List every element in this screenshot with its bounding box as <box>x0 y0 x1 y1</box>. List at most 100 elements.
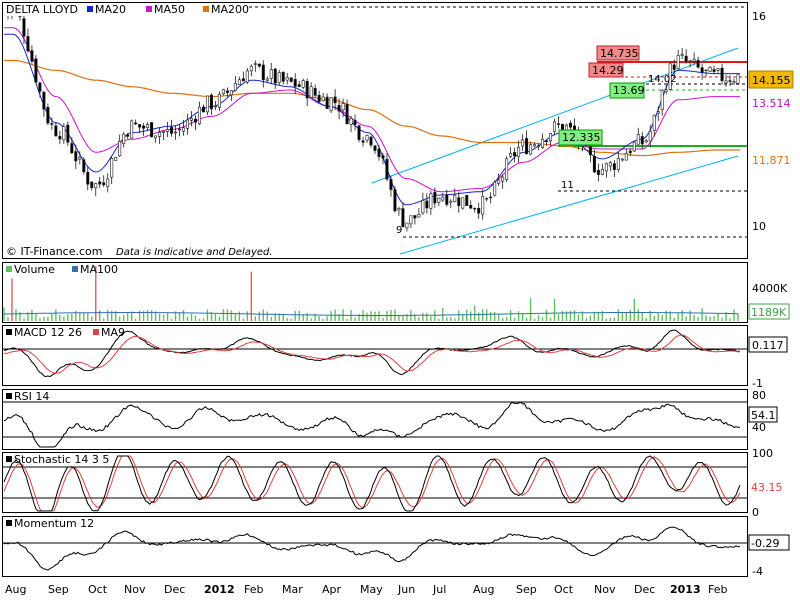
volume-bar <box>242 318 245 321</box>
volume-bar <box>557 314 560 321</box>
volume-bar <box>55 309 57 321</box>
price-axis-top-label: 16 <box>752 10 766 23</box>
volume-bar <box>537 315 540 321</box>
x-axis-label: Aug <box>5 583 26 596</box>
candle-body <box>225 90 229 93</box>
volume-bar <box>294 310 296 321</box>
price-legend: DELTA LLOYD MA20 MA50 MA200 <box>3 3 249 16</box>
candle-body <box>26 36 30 52</box>
volume-bar <box>458 310 460 321</box>
volume-bar <box>485 309 488 321</box>
candle-body <box>385 159 389 180</box>
candle-body <box>178 128 182 131</box>
volume-bar <box>478 312 480 321</box>
volume-bar <box>162 314 165 321</box>
candle-body <box>30 50 34 62</box>
candle-body <box>289 77 293 82</box>
volume-bar <box>11 278 13 321</box>
volume-bar <box>645 317 647 321</box>
volume-bar <box>270 316 272 321</box>
candle-body <box>469 205 473 209</box>
macd-signal-line <box>3 334 741 374</box>
candle-body <box>453 194 457 202</box>
legend-swatch-ma50 <box>146 6 152 12</box>
volume-bar <box>729 318 731 321</box>
candle-body <box>441 196 445 201</box>
momentum-axis-bottom: -4 <box>752 565 763 578</box>
price-badge-ma50: 13.514 <box>752 97 791 110</box>
volume-bar <box>178 312 181 321</box>
candle-body <box>652 114 656 131</box>
candle-body <box>680 54 684 56</box>
x-axis-label: May <box>360 583 383 596</box>
x-axis-label: Oct <box>554 583 574 596</box>
candle-body <box>608 162 612 167</box>
volume-bar <box>83 312 85 321</box>
volume-bar <box>190 313 193 321</box>
volume-bar <box>51 313 53 321</box>
volume-bar <box>597 311 600 321</box>
candle-body <box>297 84 301 87</box>
candle-body <box>122 133 126 144</box>
volume-bar <box>79 312 81 321</box>
candle-body <box>269 69 273 79</box>
candle-body <box>421 200 425 214</box>
volume-bar <box>685 316 687 321</box>
candle-body <box>433 191 437 204</box>
volume-bar <box>262 309 264 321</box>
candle-body <box>596 169 600 175</box>
volume-bar <box>246 311 249 321</box>
candle-body <box>130 120 134 139</box>
stock-chart: 14.735 14.29 14.02 13.69 12.335 11 9 DEL… <box>2 2 794 596</box>
volume-bar <box>613 317 616 321</box>
candle-body <box>58 136 62 140</box>
candle-body <box>186 119 190 129</box>
volume-bar <box>318 316 320 321</box>
candle-body <box>656 111 660 114</box>
candle-body <box>600 168 604 175</box>
x-axis-label: Jul <box>432 583 446 596</box>
candle-body <box>676 55 680 69</box>
stoch-axis-bottom: 0 <box>752 506 759 519</box>
volume-bar <box>545 309 548 321</box>
volume-bar <box>521 314 524 321</box>
candle-body <box>341 103 345 111</box>
volume-bar <box>99 310 101 321</box>
volume-bar <box>422 313 424 321</box>
volume-bar <box>661 314 663 321</box>
volume-bar <box>681 309 683 321</box>
level-label-1402: 14.02 <box>648 74 677 85</box>
momentum-legend-label: Momentum 12 <box>14 517 94 530</box>
volume-bar <box>322 318 324 321</box>
x-axis-label: Dec <box>164 583 185 596</box>
candle-body <box>241 78 245 82</box>
candle-body <box>457 197 461 206</box>
volume-bar <box>198 318 201 321</box>
volume-bar <box>118 316 121 321</box>
candle-body <box>78 157 82 160</box>
volume-bar <box>107 309 109 321</box>
volume-bar <box>454 318 456 321</box>
momentum-line <box>3 526 741 571</box>
volume-bar <box>525 317 528 321</box>
candle-body <box>708 66 712 72</box>
volume-bar <box>693 315 695 321</box>
footer-note: Data is Indicative and Delayed. <box>116 247 273 258</box>
candle-body <box>86 171 90 185</box>
candle-body <box>417 214 421 218</box>
candle-body <box>389 179 393 190</box>
volume-bar <box>134 318 137 321</box>
candle-body <box>533 144 537 147</box>
volume-bar <box>23 318 25 321</box>
x-axis-label: Jun <box>397 583 415 596</box>
volume-bar <box>234 313 237 321</box>
rsi-legend-swatch <box>6 393 12 399</box>
volume-bar <box>721 317 723 321</box>
candle-body <box>301 80 305 88</box>
legend-label-ma20: MA20 <box>95 3 126 16</box>
volume-bar <box>346 318 348 321</box>
candle-body <box>556 123 560 125</box>
volume-bar <box>214 313 217 321</box>
candle-body <box>684 55 688 62</box>
volume-axis-label: 4000K <box>752 282 788 295</box>
